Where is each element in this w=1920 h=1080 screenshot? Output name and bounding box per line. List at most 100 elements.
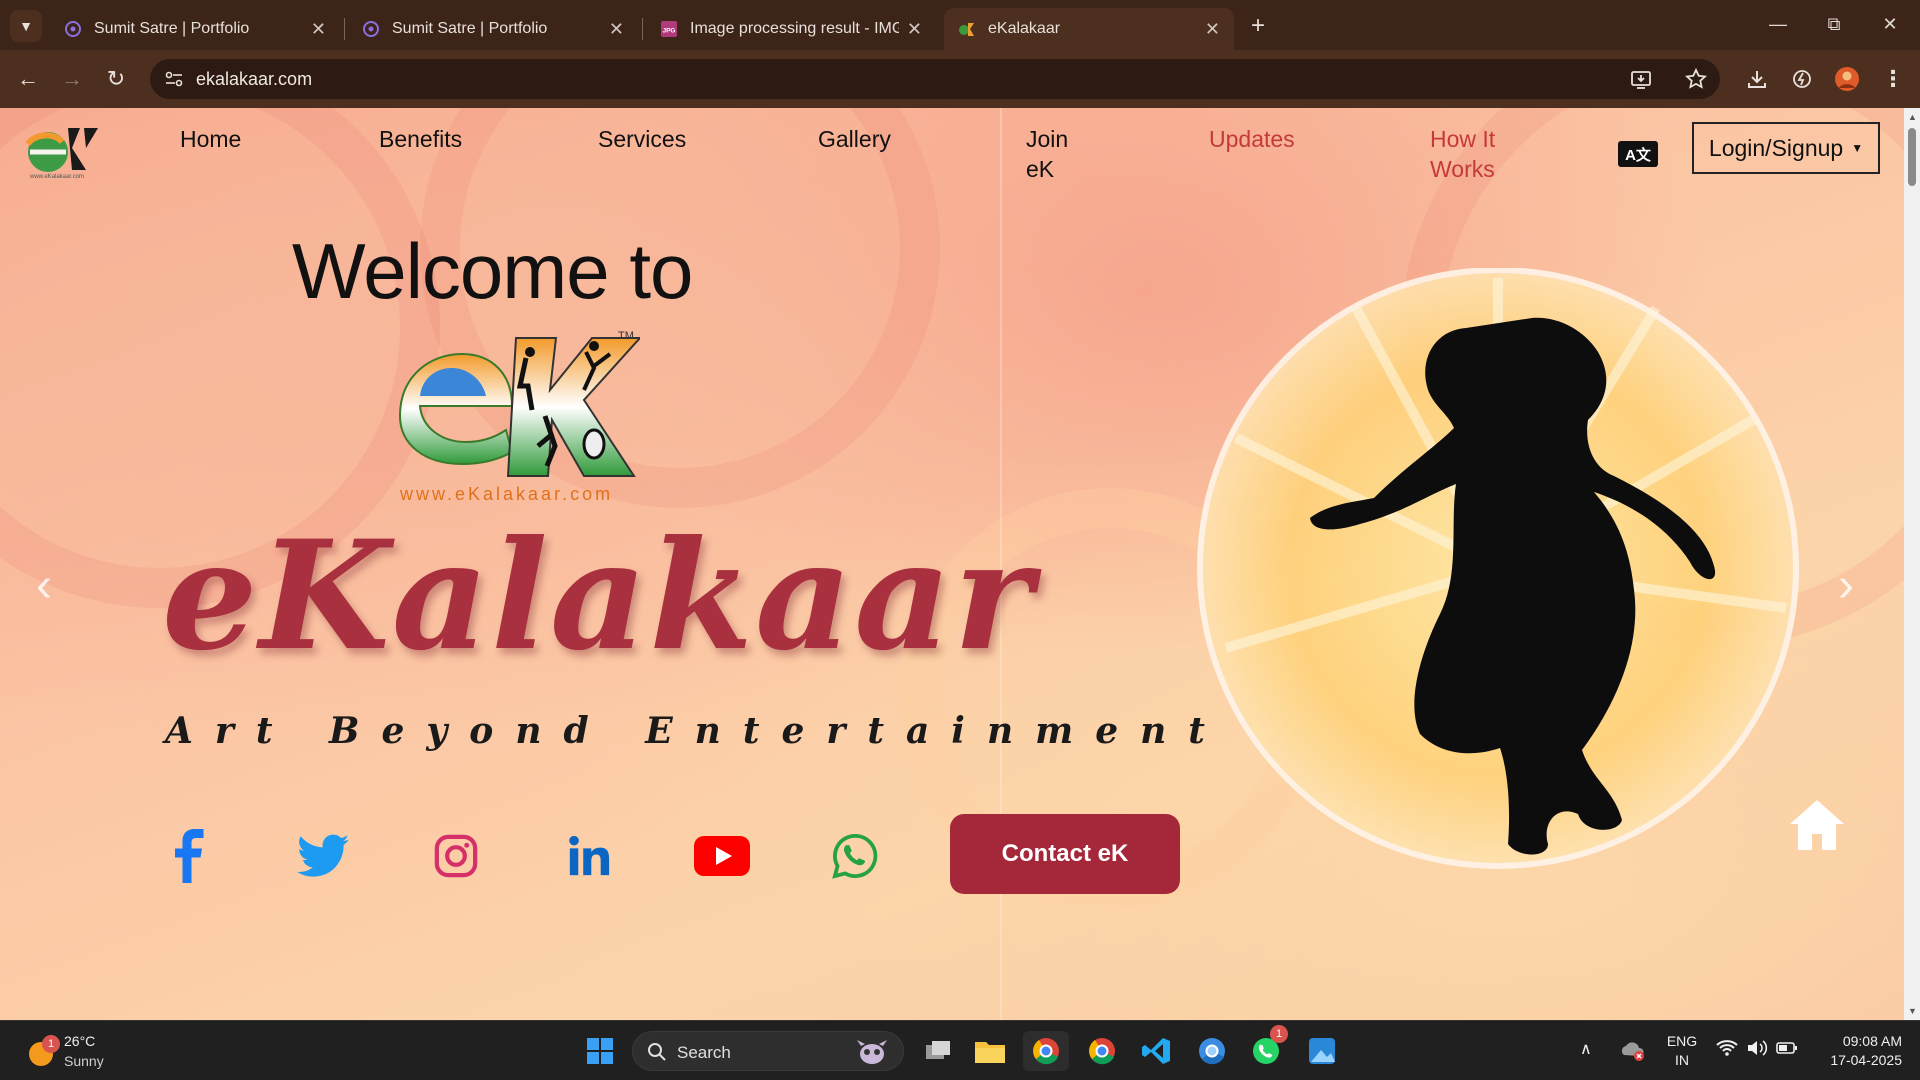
- install-app-icon[interactable]: [1626, 64, 1656, 94]
- scroll-down-icon[interactable]: ▼: [1908, 1006, 1917, 1016]
- chrome-dev-icon[interactable]: [1192, 1031, 1232, 1071]
- battery-icon[interactable]: [1776, 1040, 1798, 1061]
- ekalakaar-logo-icon: [25, 128, 98, 172]
- minimize-button[interactable]: —: [1750, 0, 1806, 48]
- nav-home[interactable]: Home: [180, 124, 241, 154]
- dancer-silhouette-icon: [1197, 267, 1799, 869]
- nav-how-it-works[interactable]: How It Works: [1430, 124, 1520, 184]
- instagram-icon[interactable]: [426, 826, 486, 886]
- carousel-prev-icon[interactable]: ‹: [36, 558, 52, 613]
- facebook-icon[interactable]: [160, 826, 220, 886]
- ekalakaar-favicon-icon: [959, 23, 974, 36]
- bookmark-star-icon[interactable]: [1681, 64, 1711, 94]
- weather-badge: 1: [42, 1035, 60, 1053]
- carousel-next-icon[interactable]: ›: [1838, 558, 1854, 613]
- login-signup-dropdown[interactable]: Login/Signup ▼: [1692, 122, 1880, 174]
- welcome-heading: Welcome to: [292, 227, 693, 315]
- tab-title: Image processing result - IMG c: [690, 20, 899, 37]
- contact-ek-button[interactable]: Contact eK: [950, 814, 1180, 894]
- home-icon[interactable]: [1788, 798, 1846, 852]
- linkedin-icon[interactable]: [559, 826, 619, 886]
- tab-ekalakaar[interactable]: eKalakaar ✕: [944, 8, 1234, 50]
- onedrive-error-icon[interactable]: [1620, 1037, 1646, 1063]
- portfolio-favicon-icon: [65, 21, 81, 37]
- forward-button[interactable]: →: [56, 63, 88, 95]
- weather-temp: 26°C: [64, 1033, 96, 1049]
- reload-button[interactable]: ↻: [100, 63, 132, 95]
- jpg-file-icon: JPG: [661, 21, 677, 37]
- profile-avatar-icon[interactable]: [1832, 64, 1862, 94]
- clock[interactable]: 09:08 AM 17-04-2025: [1812, 1032, 1902, 1070]
- close-tab-icon[interactable]: ✕: [311, 19, 326, 40]
- close-tab-icon[interactable]: ✕: [1205, 19, 1220, 40]
- language-indicator[interactable]: ENG IN: [1660, 1032, 1704, 1070]
- logo-url-text: www.eKalakaar.com: [30, 174, 85, 180]
- clock-date: 17-04-2025: [1830, 1052, 1902, 1068]
- back-button[interactable]: ←: [12, 63, 44, 95]
- file-explorer-icon[interactable]: [970, 1031, 1010, 1071]
- ekalakaar-page: www.eKalakaar.com Home Benefits Services…: [0, 108, 1904, 1020]
- search-label: Search: [677, 1043, 731, 1062]
- tab-strip: ▼ Sumit Satre | Portfolio ✕ Sumit Satre …: [0, 0, 1920, 50]
- ek-hero-logo-icon: [398, 337, 643, 477]
- taskbar-search[interactable]: Search: [632, 1031, 904, 1071]
- whatsapp-app-icon[interactable]: 1: [1246, 1025, 1288, 1071]
- tab-title: Sumit Satre | Portfolio: [392, 20, 548, 37]
- dancer-illustration: [1196, 267, 1800, 1018]
- whatsapp-icon[interactable]: [825, 826, 885, 886]
- nav-gallery[interactable]: Gallery: [818, 124, 891, 154]
- show-hidden-icons[interactable]: ∧: [1580, 1039, 1592, 1059]
- tab-image-processing[interactable]: JPG Image processing result - IMG c ✕: [646, 8, 936, 50]
- browser-toolbar: ← → ↻ ekalakaar.com ⋮: [0, 50, 1920, 108]
- address-bar[interactable]: ekalakaar.com: [150, 59, 1720, 99]
- youtube-icon[interactable]: [692, 826, 752, 886]
- photos-app-icon[interactable]: [1302, 1031, 1342, 1071]
- nav-benefits[interactable]: Benefits: [379, 124, 462, 154]
- language-region: IN: [1675, 1052, 1689, 1068]
- hero-website-text: www.eKalakaar.com: [400, 484, 614, 504]
- scrollbar-thumb[interactable]: [1908, 128, 1916, 186]
- svg-text:JPG: JPG: [662, 28, 675, 35]
- brand-tagline: Art Beyond Entertainment: [165, 710, 1227, 752]
- nav-join-ek[interactable]: Join eK: [1026, 124, 1086, 184]
- nav-services[interactable]: Services: [598, 124, 686, 154]
- tab-title: Sumit Satre | Portfolio: [94, 20, 250, 37]
- scroll-up-icon[interactable]: ▲: [1908, 112, 1917, 122]
- trademark-symbol: TM: [618, 330, 634, 342]
- site-info-icon[interactable]: [164, 69, 184, 89]
- weather-widget[interactable]: 1 26°C Sunny: [24, 1031, 164, 1073]
- windows-logo-icon: [587, 1038, 613, 1064]
- tab-portfolio-2[interactable]: Sumit Satre | Portfolio ✕: [348, 8, 638, 50]
- close-tab-icon[interactable]: ✕: [609, 19, 624, 40]
- weather-desc: Sunny: [64, 1053, 104, 1069]
- performance-icon[interactable]: [1787, 64, 1817, 94]
- start-button[interactable]: [580, 1031, 620, 1071]
- downloads-icon[interactable]: [1742, 64, 1772, 94]
- tab-portfolio-1[interactable]: Sumit Satre | Portfolio ✕: [50, 8, 340, 50]
- restore-button[interactable]: ⧉: [1806, 0, 1862, 48]
- hero-ek-logo: TM: [380, 326, 643, 486]
- login-signup-label: Login/Signup: [1708, 134, 1844, 161]
- browser-menu-icon[interactable]: ⋮: [1878, 64, 1908, 94]
- site-logo[interactable]: www.eKalakaar.com: [22, 122, 106, 182]
- caret-down-icon: ▼: [1851, 141, 1864, 155]
- language-code: ENG: [1666, 1033, 1698, 1049]
- chrome-profile-icon[interactable]: [1082, 1031, 1122, 1071]
- search-icon: [648, 1043, 666, 1061]
- task-view-icon[interactable]: [918, 1031, 958, 1071]
- page-scrollbar[interactable]: ▲ ▼: [1904, 108, 1920, 1020]
- close-window-button[interactable]: ✕: [1862, 0, 1918, 48]
- chrome-active-icon[interactable]: [1023, 1031, 1069, 1071]
- tab-divider: [344, 18, 345, 40]
- twitter-icon[interactable]: [293, 826, 353, 886]
- url-text: ekalakaar.com: [196, 69, 313, 89]
- vscode-icon[interactable]: [1136, 1031, 1176, 1071]
- nav-updates[interactable]: Updates: [1209, 124, 1295, 154]
- wifi-icon[interactable]: [1716, 1039, 1738, 1062]
- whatsapp-badge: 1: [1270, 1025, 1288, 1043]
- close-tab-icon[interactable]: ✕: [907, 19, 922, 40]
- tab-search-button[interactable]: ▼: [10, 10, 42, 42]
- translate-icon[interactable]: A文: [1618, 141, 1658, 167]
- new-tab-button[interactable]: +: [1244, 12, 1272, 40]
- volume-icon[interactable]: [1746, 1039, 1768, 1062]
